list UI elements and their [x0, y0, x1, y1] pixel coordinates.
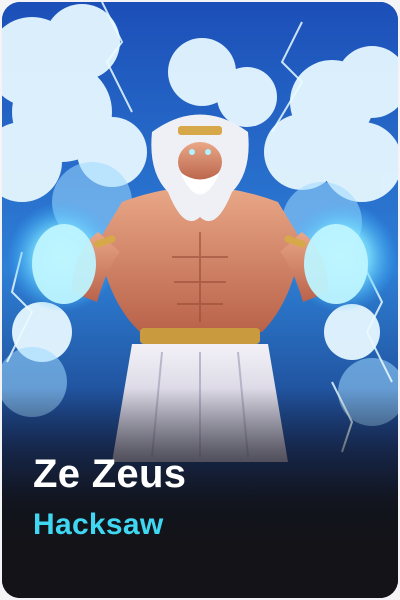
game-provider[interactable]: Hacksaw	[33, 508, 378, 542]
game-card[interactable]: Ze Zeus Hacksaw	[2, 2, 398, 598]
card-caption: Ze Zeus Hacksaw	[33, 452, 378, 542]
game-title[interactable]: Ze Zeus	[33, 452, 378, 496]
